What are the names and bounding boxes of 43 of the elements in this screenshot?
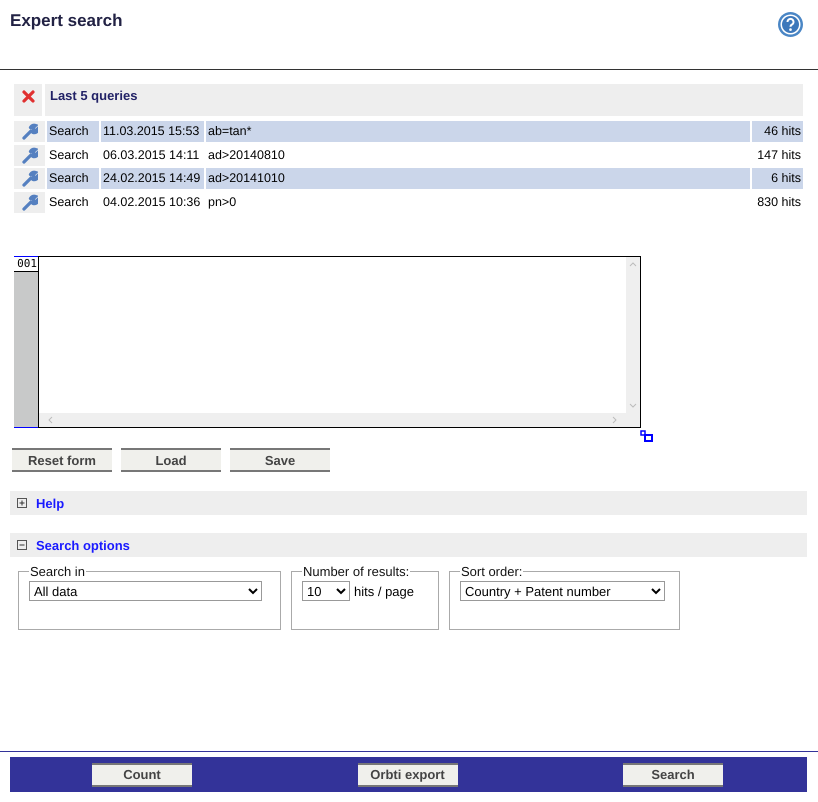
group-legend: Search in (29, 564, 86, 579)
group-legend: Number of results: (302, 564, 410, 579)
wrench-icon[interactable] (21, 194, 38, 211)
action-button[interactable]: Count (92, 762, 192, 786)
hit-count: 830 hits (756, 194, 802, 211)
form-button[interactable]: Reset form (12, 448, 112, 472)
delete-icon[interactable] (22, 90, 34, 103)
line-number: 001 (14, 257, 38, 272)
hit-count: 46 hits (752, 121, 803, 142)
wrench-icon[interactable] (21, 123, 38, 140)
dropdown[interactable]: Country + Patent number (460, 581, 665, 601)
page-title: Expert search (10, 11, 122, 31)
section-link[interactable]: Help (36, 496, 64, 510)
query-date: 24.02.2015 14:49 (101, 168, 204, 190)
form-button[interactable]: Load (121, 448, 221, 472)
wrench-icon[interactable] (21, 146, 38, 164)
hit-count: 6 hits (752, 168, 803, 190)
query-text[interactable]: ab=tan* (206, 121, 750, 142)
query-type[interactable]: Search (47, 168, 99, 190)
suffix-label: hits / page (354, 584, 414, 598)
section-link[interactable]: Search options (36, 538, 130, 552)
query-type[interactable]: Search (47, 144, 99, 166)
collapse-icon[interactable] (17, 540, 27, 550)
query-text[interactable]: pn>0 (206, 192, 750, 213)
action-button[interactable]: Search (623, 762, 723, 786)
group-legend: Sort order: (460, 564, 524, 579)
query-date: 06.03.2015 14:11 (102, 146, 200, 164)
query-type[interactable]: Search (47, 192, 99, 213)
query-text[interactable]: ad>20141010 (206, 168, 750, 190)
dropdown[interactable]: 10 (302, 581, 350, 601)
query-text[interactable]: ad>20140810 (206, 144, 750, 166)
help-icon[interactable] (777, 11, 804, 38)
wrench-icon[interactable] (21, 170, 38, 188)
query-type[interactable]: Search (47, 121, 99, 142)
history-title: Last 5 queries (49, 87, 138, 105)
form-button[interactable]: Save (230, 448, 330, 472)
dropdown[interactable]: All data (29, 581, 262, 601)
query-date: 04.02.2015 10:36 (102, 194, 202, 211)
hit-count: 147 hits (756, 146, 802, 164)
expand-icon[interactable] (17, 498, 27, 508)
query-date: 11.03.2015 15:53 (101, 121, 204, 142)
action-button[interactable]: Orbti export (358, 762, 458, 786)
resize-handle-icon[interactable] (640, 430, 654, 443)
